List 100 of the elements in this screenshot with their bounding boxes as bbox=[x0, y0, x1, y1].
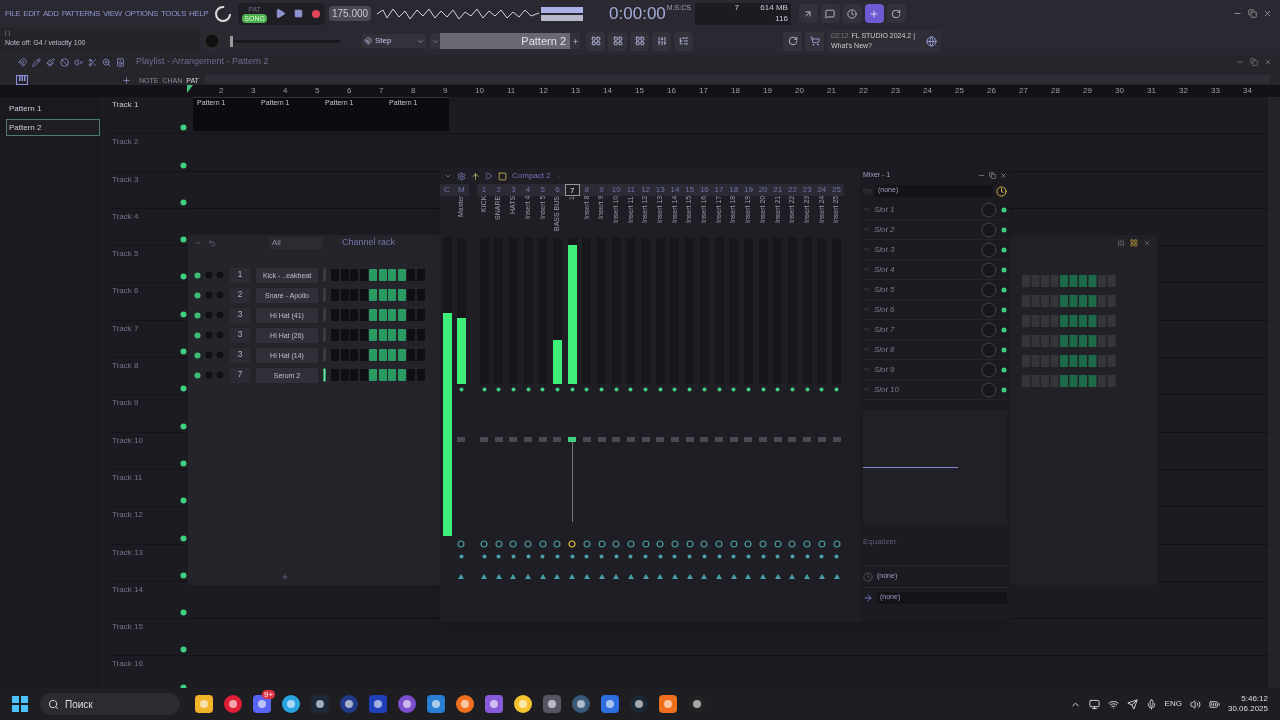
strip-enable-icon[interactable] bbox=[569, 387, 575, 392]
strip-enable-icon[interactable] bbox=[458, 387, 464, 392]
route-icon[interactable] bbox=[554, 554, 560, 559]
menu-icon[interactable] bbox=[444, 172, 452, 180]
route-icon[interactable] bbox=[481, 554, 487, 559]
brush-icon[interactable] bbox=[46, 57, 55, 67]
magnet-icon[interactable] bbox=[18, 57, 27, 67]
app-icon[interactable] bbox=[339, 694, 359, 714]
send-arrow-icon[interactable] bbox=[554, 574, 561, 579]
track-name[interactable]: Track 16 bbox=[112, 658, 187, 671]
track-enable-icon[interactable] bbox=[180, 646, 187, 654]
route-icon[interactable] bbox=[789, 554, 795, 559]
strip-enable-icon[interactable] bbox=[789, 387, 795, 392]
pattern-selector[interactable]: Pattern 2 bbox=[440, 33, 570, 49]
route-icon[interactable] bbox=[569, 554, 575, 559]
strip-number[interactable]: 19 bbox=[741, 184, 756, 196]
slot-enable-icon[interactable] bbox=[1001, 286, 1007, 293]
send-arrow-icon[interactable] bbox=[598, 574, 605, 579]
app-icon[interactable] bbox=[542, 694, 562, 714]
strip-enable-icon[interactable] bbox=[775, 387, 781, 392]
track-name[interactable]: Track 3 bbox=[112, 173, 187, 186]
delete-icon[interactable] bbox=[60, 57, 69, 67]
route-icon[interactable] bbox=[613, 554, 619, 559]
strip-number[interactable]: 15 bbox=[682, 184, 697, 196]
mixer-track-number[interactable]: 3 bbox=[230, 307, 250, 323]
strip-enable-icon[interactable] bbox=[731, 387, 737, 392]
route-icon[interactable] bbox=[672, 554, 678, 559]
close-icon[interactable] bbox=[1000, 171, 1007, 179]
strip-number[interactable]: 18 bbox=[726, 184, 742, 196]
app-icon[interactable] bbox=[368, 694, 388, 714]
mute-icon[interactable] bbox=[74, 57, 83, 67]
pan-knob[interactable] bbox=[457, 540, 466, 548]
strip-enable-icon[interactable] bbox=[672, 387, 678, 392]
track-name[interactable]: Track 4 bbox=[112, 210, 187, 223]
track-name[interactable]: Track 8 bbox=[112, 360, 187, 373]
paper-plane-icon[interactable] bbox=[1126, 698, 1138, 710]
search-field[interactable]: Поиск bbox=[40, 693, 180, 715]
close-icon[interactable] bbox=[1264, 58, 1272, 66]
step-button[interactable] bbox=[397, 269, 406, 281]
graph-icon[interactable] bbox=[1117, 239, 1125, 247]
strip-enable-icon[interactable] bbox=[716, 387, 722, 392]
menu-item[interactable]: FILE bbox=[5, 7, 21, 20]
strip-enable-icon[interactable] bbox=[540, 387, 546, 392]
strip-number[interactable]: 22 bbox=[785, 184, 800, 196]
keyboard-loop-button[interactable] bbox=[886, 4, 906, 23]
app-icon[interactable] bbox=[455, 694, 475, 714]
menu-item[interactable]: PATTERNS bbox=[61, 7, 100, 20]
strip-enable-icon[interactable] bbox=[584, 387, 590, 392]
track-name[interactable]: Track 11 bbox=[112, 471, 187, 484]
gear-icon[interactable] bbox=[457, 171, 466, 181]
channel-enable-icon[interactable] bbox=[194, 351, 201, 359]
strip-enable-icon[interactable] bbox=[804, 387, 810, 392]
menu-item[interactable]: HELP bbox=[189, 7, 209, 20]
pitch-slider-thumb[interactable] bbox=[230, 35, 233, 47]
strip-enable-icon[interactable] bbox=[819, 387, 825, 392]
channel-enable-icon[interactable] bbox=[194, 311, 201, 319]
effect-slot[interactable]: Slot 5 bbox=[863, 280, 1007, 300]
route-icon[interactable] bbox=[731, 554, 737, 559]
monitor-icon[interactable] bbox=[1088, 698, 1100, 710]
app-icon[interactable] bbox=[252, 694, 272, 714]
app-icon[interactable] bbox=[658, 694, 678, 714]
pattern-item[interactable]: Pattern 1 bbox=[6, 100, 100, 117]
current-label[interactable]: C bbox=[440, 184, 454, 196]
grid-icon[interactable] bbox=[1130, 239, 1138, 247]
strip-enable-icon[interactable] bbox=[599, 387, 605, 392]
send-arrow-icon[interactable] bbox=[789, 574, 796, 579]
strip-number[interactable]: 6 bbox=[550, 184, 565, 196]
track-enable-icon[interactable] bbox=[180, 198, 187, 206]
effect-slot[interactable]: Slot 9 bbox=[863, 360, 1007, 380]
strip-number[interactable]: 1 bbox=[476, 184, 492, 196]
mixer-track-number[interactable]: 3 bbox=[230, 327, 250, 343]
snap-dropdown[interactable]: Step bbox=[362, 34, 426, 48]
add-track-icon[interactable] bbox=[122, 76, 131, 85]
record-icon[interactable] bbox=[310, 8, 321, 19]
slot-enable-icon[interactable] bbox=[1001, 306, 1007, 313]
keyboard-plus-button[interactable] bbox=[864, 4, 884, 23]
track-enable-icon[interactable] bbox=[180, 161, 187, 169]
strip-number[interactable]: 9 bbox=[594, 184, 609, 196]
globe-icon[interactable] bbox=[926, 35, 937, 47]
step-button[interactable] bbox=[378, 349, 387, 361]
route-icon[interactable] bbox=[775, 554, 781, 559]
play-icon[interactable] bbox=[485, 172, 493, 180]
slot-enable-icon[interactable] bbox=[1001, 266, 1007, 273]
microphone-icon[interactable] bbox=[1145, 698, 1157, 710]
app-icon[interactable] bbox=[426, 694, 446, 714]
route-icon[interactable] bbox=[496, 554, 502, 559]
track-name[interactable]: Track 7 bbox=[112, 322, 187, 335]
route-icon[interactable] bbox=[628, 554, 634, 559]
strip-enable-icon[interactable] bbox=[525, 387, 531, 392]
strip-enable-icon[interactable] bbox=[496, 387, 502, 392]
send-arrow-icon[interactable] bbox=[686, 574, 693, 579]
restore-icon[interactable] bbox=[989, 171, 996, 179]
step-button[interactable] bbox=[397, 329, 406, 341]
battery-icon[interactable] bbox=[1208, 698, 1220, 710]
track-enable-icon[interactable] bbox=[180, 571, 187, 579]
effect-slot[interactable]: Slot 2 bbox=[863, 220, 1007, 240]
route-icon[interactable] bbox=[643, 554, 649, 559]
app-icon[interactable] bbox=[223, 694, 243, 714]
route-icon[interactable] bbox=[599, 554, 605, 559]
route-icon[interactable] bbox=[804, 554, 810, 559]
